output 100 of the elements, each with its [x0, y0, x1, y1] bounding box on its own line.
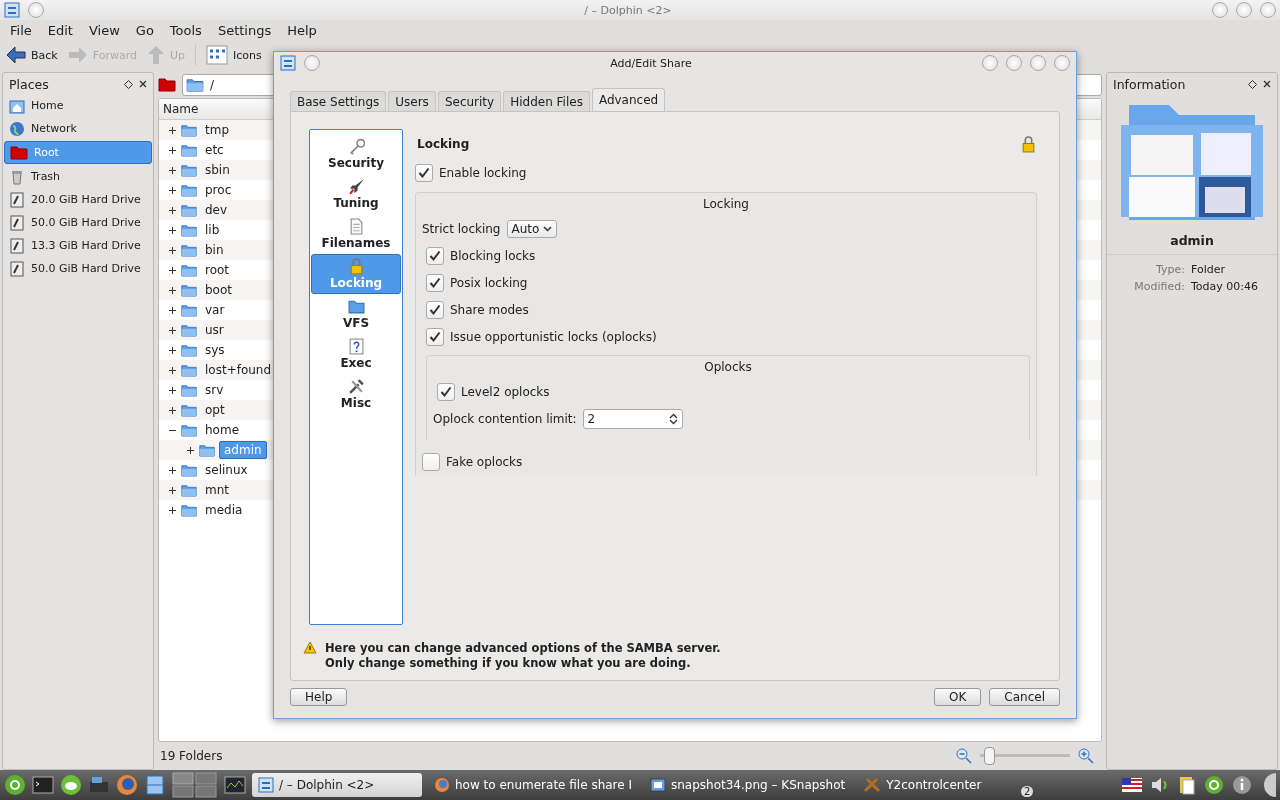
section-item[interactable]: Security: [311, 134, 401, 174]
checkbox[interactable]: [426, 327, 444, 346]
section-item[interactable]: Exec: [311, 334, 401, 374]
menu-item[interactable]: Help: [279, 22, 325, 38]
section-item[interactable]: Tuning: [311, 174, 401, 214]
number-field[interactable]: 2: [582, 408, 683, 429]
desktop-pager-icon[interactable]: [172, 772, 218, 798]
expand-icon[interactable]: [168, 466, 176, 474]
checkbox[interactable]: [426, 246, 444, 265]
section-item[interactable]: Filenames: [311, 214, 401, 254]
flag-icon[interactable]: [1122, 778, 1142, 792]
checkbox[interactable]: [426, 300, 444, 319]
folder-name[interactable]: sys: [201, 342, 229, 358]
menu-item[interactable]: File: [2, 22, 40, 38]
close-icon[interactable]: [139, 80, 147, 88]
spin-arrows-icon[interactable]: [668, 412, 678, 425]
toolbar-button[interactable]: Back: [6, 46, 58, 64]
strict-locking-dropdown[interactable]: Auto: [506, 219, 558, 238]
info-icon[interactable]: [1232, 775, 1252, 795]
expand-icon[interactable]: [168, 286, 176, 294]
place-item[interactable]: 13.3 GiB Hard Drive: [4, 235, 152, 256]
expand-icon[interactable]: [168, 346, 176, 354]
help-button[interactable]: Help: [290, 688, 348, 706]
taskbar-button[interactable]: how to enumerate file share I: [428, 773, 638, 797]
system-monitor-icon[interactable]: [224, 774, 246, 796]
expand-icon[interactable]: [168, 246, 176, 254]
zoom-in-icon[interactable]: [1078, 748, 1094, 764]
column-header[interactable]: Name: [163, 102, 199, 116]
checkbox[interactable]: [415, 163, 433, 182]
expand-icon[interactable]: [168, 166, 176, 174]
expand-icon[interactable]: [168, 386, 176, 394]
folder-name[interactable]: opt: [201, 402, 229, 418]
zoom-out-icon[interactable]: [956, 748, 972, 764]
folder-name[interactable]: lost+found: [201, 362, 276, 378]
expand-icon[interactable]: [168, 406, 176, 414]
tab[interactable]: Security: [437, 91, 502, 111]
menu-item[interactable]: Tools: [161, 22, 210, 38]
menu-item[interactable]: Go: [127, 22, 162, 38]
folder-name[interactable]: selinux: [201, 462, 252, 478]
toolbar-button[interactable]: Icons: [206, 45, 262, 65]
ok-button[interactable]: OK: [934, 688, 982, 706]
folder-name[interactable]: boot: [201, 282, 236, 298]
place-item[interactable]: Network: [4, 118, 152, 139]
place-item[interactable]: 50.0 GiB Hard Drive: [4, 212, 152, 233]
folder-name[interactable]: home: [201, 422, 244, 438]
folder-name[interactable]: mnt: [201, 482, 233, 498]
folder-name[interactable]: srv: [201, 382, 228, 398]
taskbar-button[interactable]: / – Dolphin <2>: [252, 773, 422, 797]
folder-name[interactable]: etc: [201, 142, 228, 158]
tab[interactable]: Base Settings: [290, 91, 387, 111]
expand-icon[interactable]: [168, 206, 176, 214]
close-icon[interactable]: [1263, 80, 1271, 88]
folder-name[interactable]: media: [201, 502, 247, 518]
updater-icon[interactable]: [1204, 775, 1224, 795]
browser-icon[interactable]: [116, 774, 138, 796]
expand-icon[interactable]: [168, 186, 176, 194]
section-item[interactable]: VFS: [311, 294, 401, 334]
expand-icon[interactable]: [186, 446, 194, 454]
section-item[interactable]: Misc: [311, 374, 401, 414]
folder-name[interactable]: tmp: [201, 122, 233, 138]
place-item[interactable]: 50.0 GiB Hard Drive: [4, 258, 152, 279]
expand-icon[interactable]: [168, 486, 176, 494]
tab[interactable]: Advanced: [591, 88, 666, 111]
checkbox[interactable]: [437, 382, 455, 401]
folder-name[interactable]: bin: [201, 242, 228, 258]
menu-item[interactable]: Settings: [209, 22, 280, 38]
float-icon[interactable]: [124, 79, 133, 89]
checkbox[interactable]: [426, 273, 444, 292]
menu-item[interactable]: View: [80, 22, 128, 38]
expand-icon[interactable]: [168, 146, 176, 154]
expand-icon[interactable]: [168, 506, 176, 514]
float-icon[interactable]: [1248, 79, 1257, 89]
tab[interactable]: Hidden Files: [503, 91, 590, 111]
menu-item[interactable]: Edit: [39, 22, 81, 38]
folder-name[interactable]: var: [201, 302, 229, 318]
taskbar-button[interactable]: snapshot34.png – KSnapshot: [644, 773, 852, 797]
clipboard-icon[interactable]: [1178, 775, 1196, 795]
place-item[interactable]: Trash: [4, 166, 152, 187]
slider-handle[interactable]: [984, 747, 996, 765]
expand-icon[interactable]: [168, 226, 176, 234]
place-item[interactable]: 20.0 GiB Hard Drive: [4, 189, 152, 210]
folder-name[interactable]: proc: [201, 182, 236, 198]
expand-icon[interactable]: [168, 366, 176, 374]
tab[interactable]: Users: [388, 91, 436, 111]
folder-name[interactable]: usr: [201, 322, 228, 338]
start-menu-icon[interactable]: [4, 774, 26, 796]
expand-icon[interactable]: [168, 326, 176, 334]
taskbar-button[interactable]: Y2controlcenter 2: [857, 773, 1038, 797]
expand-icon[interactable]: [168, 266, 176, 274]
folder-name[interactable]: lib: [201, 222, 224, 238]
terminal-icon[interactable]: [32, 774, 54, 796]
expand-icon[interactable]: [168, 126, 176, 134]
drawer-icon[interactable]: [144, 774, 166, 796]
expand-icon[interactable]: [168, 306, 176, 314]
place-item[interactable]: Home: [4, 95, 152, 116]
cancel-button[interactable]: Cancel: [989, 688, 1060, 706]
folder-name[interactable]: dev: [201, 202, 232, 218]
folder-name[interactable]: sbin: [201, 162, 234, 178]
folder-name[interactable]: root: [201, 262, 234, 278]
checkbox[interactable]: [422, 452, 440, 471]
